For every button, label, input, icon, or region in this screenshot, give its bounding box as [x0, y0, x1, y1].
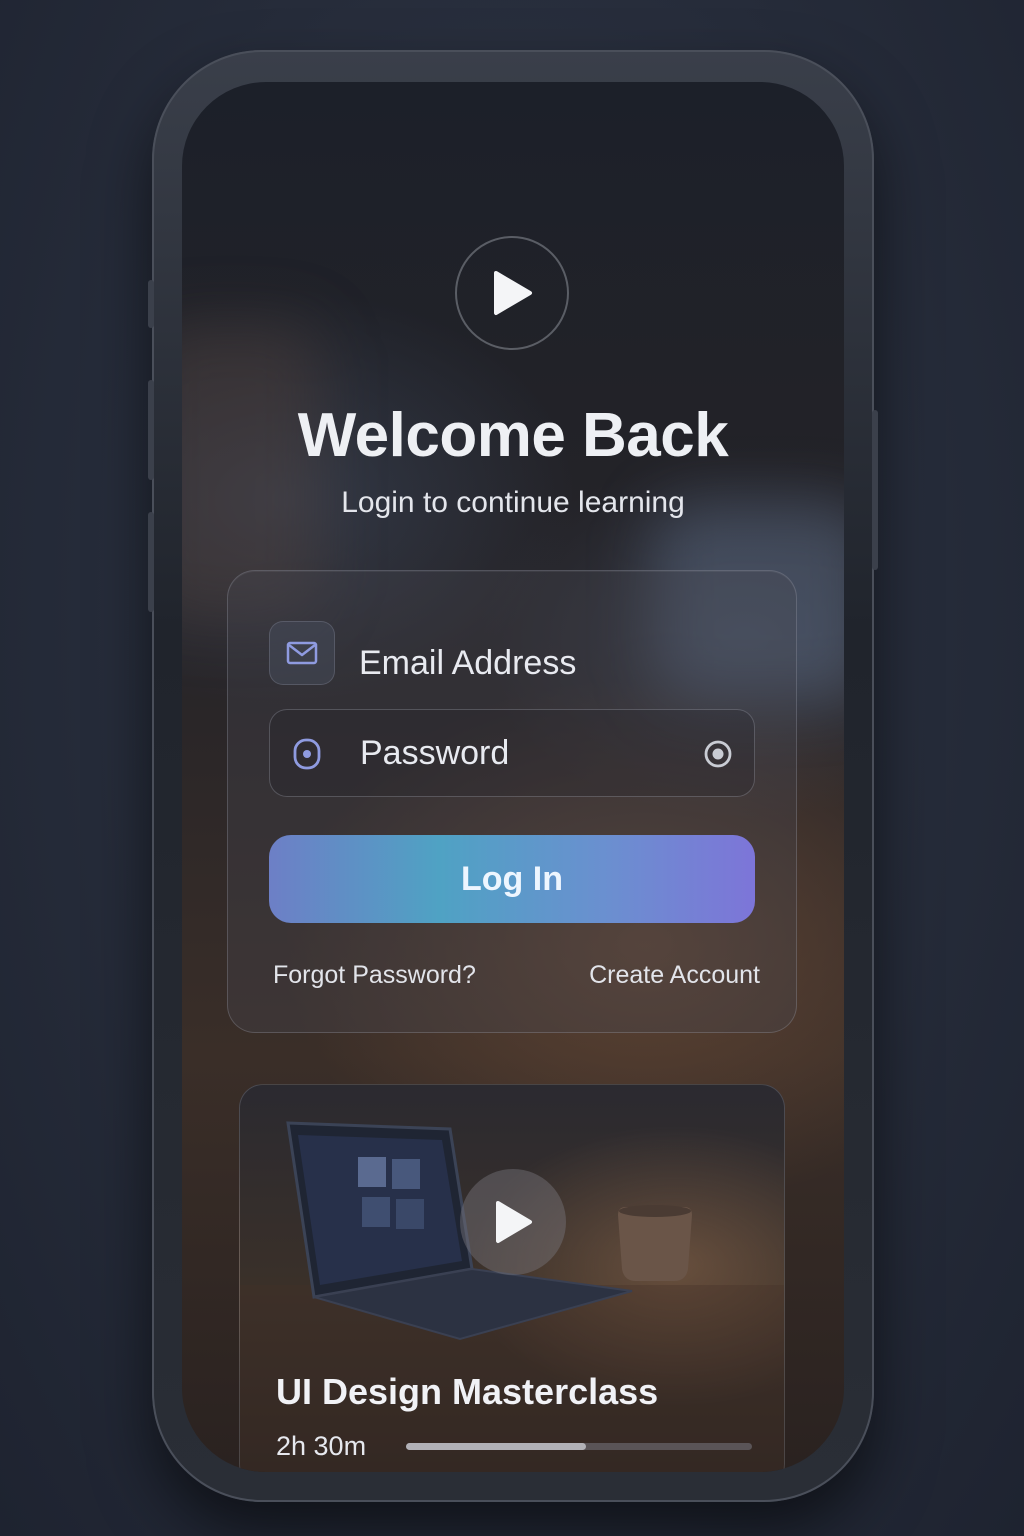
password-placeholder: Password	[360, 733, 510, 772]
app-logo	[455, 236, 569, 350]
create-account-link[interactable]: Create Account	[589, 961, 760, 990]
course-progress-bar	[406, 1443, 752, 1450]
video-thumbnail	[240, 1121, 784, 1472]
volume-up-button	[148, 380, 154, 480]
login-button[interactable]: Log In	[269, 835, 755, 923]
page-subtitle: Login to continue learning	[341, 486, 685, 519]
play-icon	[494, 271, 532, 315]
course-video-card[interactable]: UI Design Masterclass 2h 30m	[239, 1084, 785, 1472]
power-button	[872, 410, 878, 570]
email-placeholder: Email Address	[359, 643, 577, 682]
email-field[interactable]: Email Address	[269, 619, 755, 707]
course-progress-fill	[406, 1443, 586, 1450]
volume-down-button	[148, 512, 154, 612]
course-title: UI Design Masterclass	[276, 1371, 659, 1412]
app-screen: Welcome Back Login to continue learning …	[182, 82, 844, 1472]
mute-switch	[148, 280, 154, 328]
phone-frame: Welcome Back Login to continue learning …	[148, 50, 878, 1502]
forgot-password-link[interactable]: Forgot Password?	[273, 961, 476, 990]
lock-icon	[274, 722, 340, 786]
page-title: Welcome Back	[297, 401, 729, 470]
video-play-button[interactable]	[460, 1169, 566, 1275]
course-duration: 2h 30m	[276, 1431, 367, 1461]
play-icon	[496, 1201, 532, 1243]
password-field[interactable]: Password	[269, 709, 755, 797]
login-card: Email Address Password Log In Forgot Pas…	[227, 570, 797, 1033]
eye-icon[interactable]	[702, 738, 734, 770]
mail-icon	[269, 621, 335, 685]
